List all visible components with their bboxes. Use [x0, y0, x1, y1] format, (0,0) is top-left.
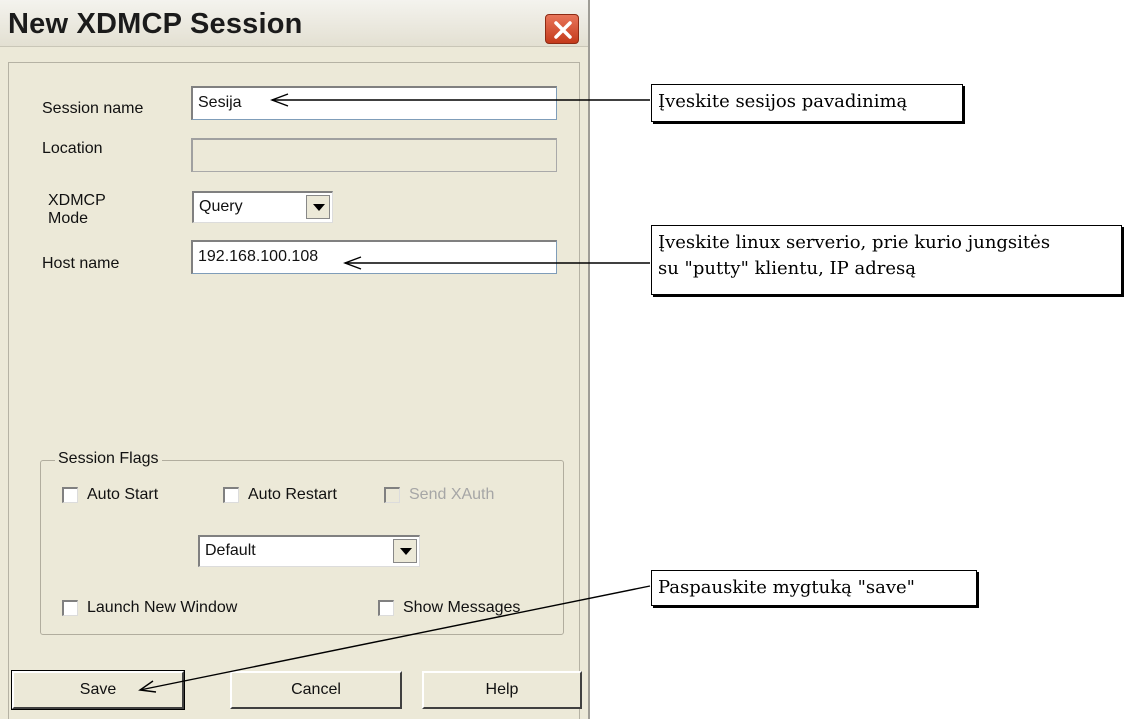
callout-save: Paspauskite mygtuką "save" [651, 570, 977, 606]
arrow-save [139, 585, 651, 691]
callout-host-line2: su "putty" klientu, IP adresą [658, 258, 916, 279]
callout-session-name: Įveskite sesijos pavadinimą [651, 84, 963, 122]
callout-host-line1: Įveskite linux serverio, prie kurio jung… [658, 232, 1051, 253]
arrowhead-save [138, 680, 157, 693]
callout-host-name: Įveskite linux serverio, prie kurio jung… [651, 225, 1122, 295]
